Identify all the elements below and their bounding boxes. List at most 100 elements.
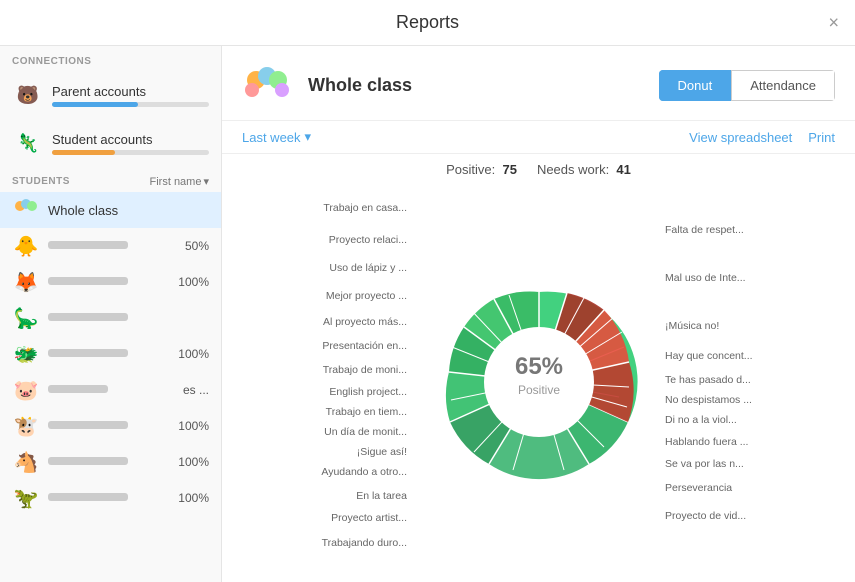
label-hay-concent: Hay que concent... — [665, 350, 753, 362]
student-avatar-6: 🐮 — [12, 412, 40, 440]
stats-row: Positive: 75 Needs work: 41 — [446, 154, 631, 181]
label-mal-uso-inte: Mal uso de Inte... — [665, 272, 746, 284]
student-row[interactable]: 🦖 100% — [0, 480, 221, 516]
student-name-bar-2 — [48, 277, 128, 285]
label-en-la-tarea: En la tarea — [356, 490, 407, 502]
last-week-filter[interactable]: Last week ▾ — [242, 129, 311, 145]
student-avatar-7: 🐴 — [12, 448, 40, 476]
label-musica-no: ¡Música no! — [665, 320, 719, 332]
label-perseverancia: Perseverancia — [665, 482, 732, 494]
donut-svg: 65% Positive — [409, 252, 669, 512]
donut-chart-wrapper: 65% Positive Trabajo en casa... Proyecto… — [232, 181, 845, 582]
report-subheader: Last week ▾ View spreadsheet Print — [222, 121, 855, 154]
student-bar — [52, 150, 115, 155]
sidebar-item-student-accounts[interactable]: 🦎 Student accounts — [0, 119, 221, 167]
label-hablando-fuera: Hablando fuera ... — [665, 436, 748, 448]
chart-area: Positive: 75 Needs work: 41 — [222, 154, 855, 582]
student-name-bar-4 — [48, 349, 128, 357]
student-avatar-5: 🐷 — [12, 376, 40, 404]
student-name-bar-8 — [48, 493, 128, 501]
parent-accounts-label: Parent accounts — [52, 84, 209, 99]
student-row[interactable]: 🦕 — [0, 300, 221, 336]
positive-value: 75 — [502, 162, 516, 177]
left-labels: Trabajo en casa... Proyecto relaci... Us… — [232, 182, 407, 582]
positive-label: Positive: — [446, 162, 495, 177]
print-button[interactable]: Print — [808, 130, 835, 145]
label-falta-respet: Falta de respet... — [665, 224, 744, 236]
svg-text:Positive: Positive — [517, 383, 559, 397]
label-al-proyecto: Al proyecto más... — [323, 316, 407, 328]
parent-bar-wrap — [52, 102, 209, 107]
student-name-bar-3 — [48, 313, 128, 321]
student-bar-wrap — [52, 150, 209, 155]
right-panel: Whole class Donut Attendance Last week ▾… — [222, 46, 855, 582]
student-avatar-1: 🐥 — [12, 232, 40, 260]
close-button[interactable]: × — [828, 12, 839, 33]
student-row[interactable]: 🐥 50% — [0, 228, 221, 264]
label-di-no-viol: Di no a la viol... — [665, 414, 737, 426]
class-title: Whole class — [308, 75, 643, 96]
student-name-bar-7 — [48, 457, 128, 465]
parent-bar — [52, 102, 138, 107]
student-pct-4: 100% — [173, 347, 209, 361]
student-row[interactable]: 🐲 100% — [0, 336, 221, 372]
needs-work-value: 41 — [616, 162, 630, 177]
sidebar-item-whole-class[interactable]: Whole class — [0, 192, 221, 228]
student-name-bar-5 — [48, 385, 108, 393]
label-proyecto-relaci: Proyecto relaci... — [329, 234, 407, 246]
student-avatar-3: 🦕 — [12, 304, 40, 332]
label-uso-lapiz: Uso de lápiz y ... — [329, 262, 407, 274]
class-avatar — [242, 60, 292, 110]
whole-class-label: Whole class — [48, 203, 118, 218]
student-acct-avatar: 🦎 — [12, 127, 44, 159]
student-pct-6: 100% — [173, 419, 209, 433]
students-section-label: STUDENTS — [12, 176, 70, 187]
student-avatar-2: 🦊 — [12, 268, 40, 296]
donut-toggle-button[interactable]: Donut — [659, 70, 732, 101]
label-trabajando-duro: Trabajando duro... — [322, 537, 407, 549]
label-no-despistamos: No despistamos ... — [665, 394, 752, 406]
label-ayudando: Ayudando a otro... — [321, 466, 407, 478]
student-row[interactable]: 🐷 es ... — [0, 372, 221, 408]
label-proyecto-artist: Proyecto artist... — [331, 512, 407, 524]
sidebar: CONNECTIONS 🐻 Parent accounts 🦎 Student … — [0, 46, 222, 582]
student-avatar-8: 🦖 — [12, 484, 40, 512]
student-avatar-4: 🐲 — [12, 340, 40, 368]
label-proyecto-vid: Proyecto de vid... — [665, 510, 746, 522]
student-name-bar-1 — [48, 241, 128, 249]
student-pct-1: 50% — [173, 239, 209, 253]
label-trabajo-casa: Trabajo en casa... — [323, 202, 407, 214]
student-accounts-label: Student accounts — [52, 132, 209, 147]
view-toggle: Donut Attendance — [659, 70, 835, 101]
sort-label: First name — [150, 176, 202, 188]
sort-chevron-icon: ▾ — [203, 175, 209, 188]
label-trabajo-moni: Trabajo de moni... — [323, 364, 407, 376]
student-pct-5: es ... — [173, 383, 209, 397]
sidebar-item-parent-accounts[interactable]: 🐻 Parent accounts — [0, 71, 221, 119]
right-labels: Falta de respet... Mal uso de Inte... ¡M… — [665, 182, 845, 582]
label-mejor-proyecto: Mejor proyecto ... — [326, 290, 407, 302]
view-spreadsheet-link[interactable]: View spreadsheet — [689, 130, 792, 145]
student-name-bar-6 — [48, 421, 128, 429]
title-bar: Reports × — [0, 0, 855, 46]
students-header: STUDENTS First name ▾ — [0, 167, 221, 192]
page-title: Reports — [396, 12, 459, 33]
label-se-va-por: Se va por las n... — [665, 458, 744, 470]
subheader-actions: View spreadsheet Print — [689, 130, 835, 145]
label-english-project: English project... — [329, 386, 407, 398]
sort-button[interactable]: First name ▾ — [150, 175, 210, 188]
needs-work-label: Needs work: — [537, 162, 609, 177]
label-presentacion: Presentación en... — [322, 340, 407, 352]
connections-label: CONNECTIONS — [0, 46, 221, 71]
label-trabajo-tiem: Trabajo en tiem... — [326, 406, 407, 418]
label-un-dia: Un día de monit... — [324, 426, 407, 438]
student-pct-7: 100% — [173, 455, 209, 469]
whole-class-avatar — [12, 196, 40, 224]
student-row[interactable]: 🦊 100% — [0, 264, 221, 300]
attendance-toggle-button[interactable]: Attendance — [731, 70, 835, 101]
report-header: Whole class Donut Attendance — [222, 46, 855, 121]
student-row[interactable]: 🐮 100% — [0, 408, 221, 444]
student-row[interactable]: 🐴 100% — [0, 444, 221, 480]
student-pct-2: 100% — [173, 275, 209, 289]
svg-text:65%: 65% — [514, 353, 562, 380]
